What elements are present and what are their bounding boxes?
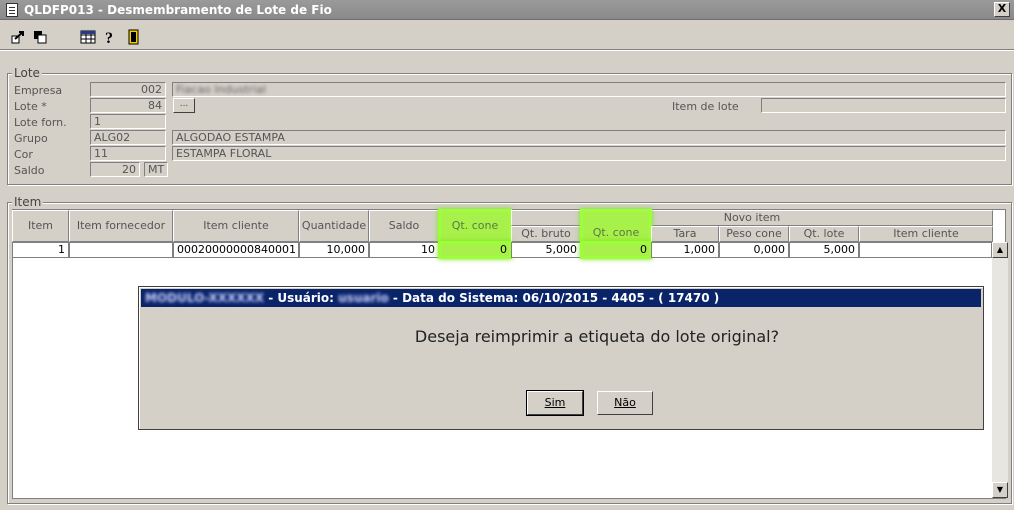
dialog-title-user-label: - Usuário: bbox=[264, 291, 334, 305]
col-header-item[interactable]: Item bbox=[12, 210, 69, 242]
window-title-bar: QLDFP013 - Desmembramento de Lote de Fio… bbox=[0, 0, 1014, 20]
cor-label: Cor bbox=[14, 148, 33, 161]
window-title: QLDFP013 - Desmembramento de Lote de Fio bbox=[24, 3, 332, 17]
item-de-lote-label: Item de lote bbox=[672, 100, 739, 113]
table-icon bbox=[80, 30, 96, 44]
col-header-tara[interactable]: Tara bbox=[651, 226, 719, 242]
dialog-title-user: usuario bbox=[338, 291, 389, 305]
exit-door-icon bbox=[128, 29, 139, 45]
cell-qt-lote[interactable]: 5,000 bbox=[789, 242, 859, 258]
col-header-qt-bruto[interactable]: Qt. bruto bbox=[511, 226, 581, 242]
arrow-down-icon: ▼ bbox=[996, 485, 1004, 494]
scroll-down-button[interactable]: ▼ bbox=[992, 482, 1008, 498]
cor-code-field[interactable]: 11 bbox=[90, 146, 166, 161]
lote-forn-label: Lote forn. bbox=[14, 116, 67, 129]
cell-novo-qt-cone[interactable]: 0 bbox=[580, 241, 652, 259]
col-header-novo-item-cliente[interactable]: Item cliente bbox=[859, 226, 993, 242]
col-header-peso-cone[interactable]: Peso cone bbox=[719, 226, 789, 242]
col-header-saldo[interactable]: Saldo bbox=[369, 210, 439, 242]
col-header-qt-cone[interactable]: Qt. cone bbox=[438, 209, 512, 243]
cell-tara[interactable]: 1,000 bbox=[651, 242, 719, 258]
cell-quantidade[interactable]: 10,000 bbox=[299, 242, 369, 258]
lote-legend: Lote bbox=[12, 66, 42, 80]
grid-button[interactable] bbox=[78, 27, 98, 47]
dialog-title-module: MODULO-XXXXXX bbox=[145, 291, 265, 305]
dialog-title-rest: - Data do Sistema: 06/10/2015 - 4405 - (… bbox=[388, 291, 720, 305]
cell-novo-item-cliente[interactable] bbox=[859, 242, 992, 258]
lote-label: Lote * bbox=[14, 100, 47, 113]
help-question-icon: ? bbox=[105, 30, 113, 45]
arrow-up-icon: ▲ bbox=[996, 245, 1004, 254]
saldo-unit-field: MT bbox=[144, 162, 168, 177]
toolbar-separator bbox=[0, 49, 1014, 51]
cell-peso-cone[interactable]: 0,000 bbox=[719, 242, 789, 258]
no-button[interactable]: Não bbox=[597, 391, 653, 415]
empresa-code-field[interactable]: 002 bbox=[90, 82, 166, 97]
cell-qt-cone[interactable]: 0 bbox=[438, 241, 512, 259]
col-header-novo-qt-cone[interactable]: Qt. cone bbox=[580, 209, 652, 243]
confirm-dialog: MODULO-XXXXXX - Usuário: usuario - Data … bbox=[138, 286, 984, 430]
scroll-up-button[interactable]: ▲ bbox=[992, 242, 1008, 258]
grupo-code-field[interactable]: ALG02 bbox=[90, 130, 166, 145]
item-legend: Item bbox=[12, 195, 44, 209]
cor-name-field: ESTAMPA FLORAL bbox=[172, 146, 1006, 161]
lote-lookup-button[interactable]: ... bbox=[173, 98, 195, 113]
help-button[interactable]: ? bbox=[100, 27, 120, 47]
cell-qt-bruto[interactable]: 5,000 bbox=[511, 242, 581, 258]
col-header-quantidade[interactable]: Quantidade bbox=[299, 210, 369, 242]
cell-item-fornecedor[interactable] bbox=[69, 242, 173, 258]
dialog-message: Deseja reimprimir a etiqueta do lote ori… bbox=[414, 327, 780, 346]
lote-field[interactable]: 84 bbox=[90, 98, 166, 113]
export-icon bbox=[11, 31, 24, 44]
grupo-label: Grupo bbox=[14, 132, 48, 145]
copy-button[interactable] bbox=[30, 27, 50, 47]
exit-button[interactable] bbox=[124, 27, 144, 47]
col-header-item-cliente[interactable]: Item cliente bbox=[173, 210, 299, 242]
cell-saldo[interactable]: 10 bbox=[369, 242, 439, 258]
document-icon bbox=[6, 3, 18, 17]
saldo-field: 20 bbox=[90, 162, 140, 177]
empresa-label: Empresa bbox=[14, 84, 63, 97]
copy-icon bbox=[34, 31, 47, 44]
svg-text:?: ? bbox=[105, 30, 113, 45]
close-button[interactable]: X bbox=[994, 2, 1010, 17]
cell-item-cliente[interactable]: 00020000000840001 bbox=[173, 242, 299, 258]
item-de-lote-field[interactable] bbox=[761, 98, 1006, 113]
empresa-name-field: Fiacao Industrial bbox=[172, 82, 1006, 97]
grupo-name-field: ALGODAO ESTAMPA bbox=[172, 130, 1006, 145]
empresa-name-text: Fiacao Industrial bbox=[176, 83, 266, 96]
saldo-label: Saldo bbox=[14, 164, 45, 177]
dialog-title-bar: MODULO-XXXXXX - Usuário: usuario - Data … bbox=[141, 289, 981, 307]
export-button[interactable] bbox=[8, 27, 28, 47]
col-header-qt-lote[interactable]: Qt. lote bbox=[789, 226, 859, 242]
grid-vertical-scrollbar[interactable]: ▲ ▼ bbox=[992, 242, 1008, 498]
yes-button[interactable]: Sim bbox=[526, 390, 584, 416]
lote-forn-field[interactable]: 1 bbox=[90, 114, 166, 129]
col-header-item-fornecedor[interactable]: Item fornecedor bbox=[69, 210, 173, 242]
cell-item[interactable]: 1 bbox=[12, 242, 69, 258]
toolbar: ? bbox=[0, 22, 1014, 52]
